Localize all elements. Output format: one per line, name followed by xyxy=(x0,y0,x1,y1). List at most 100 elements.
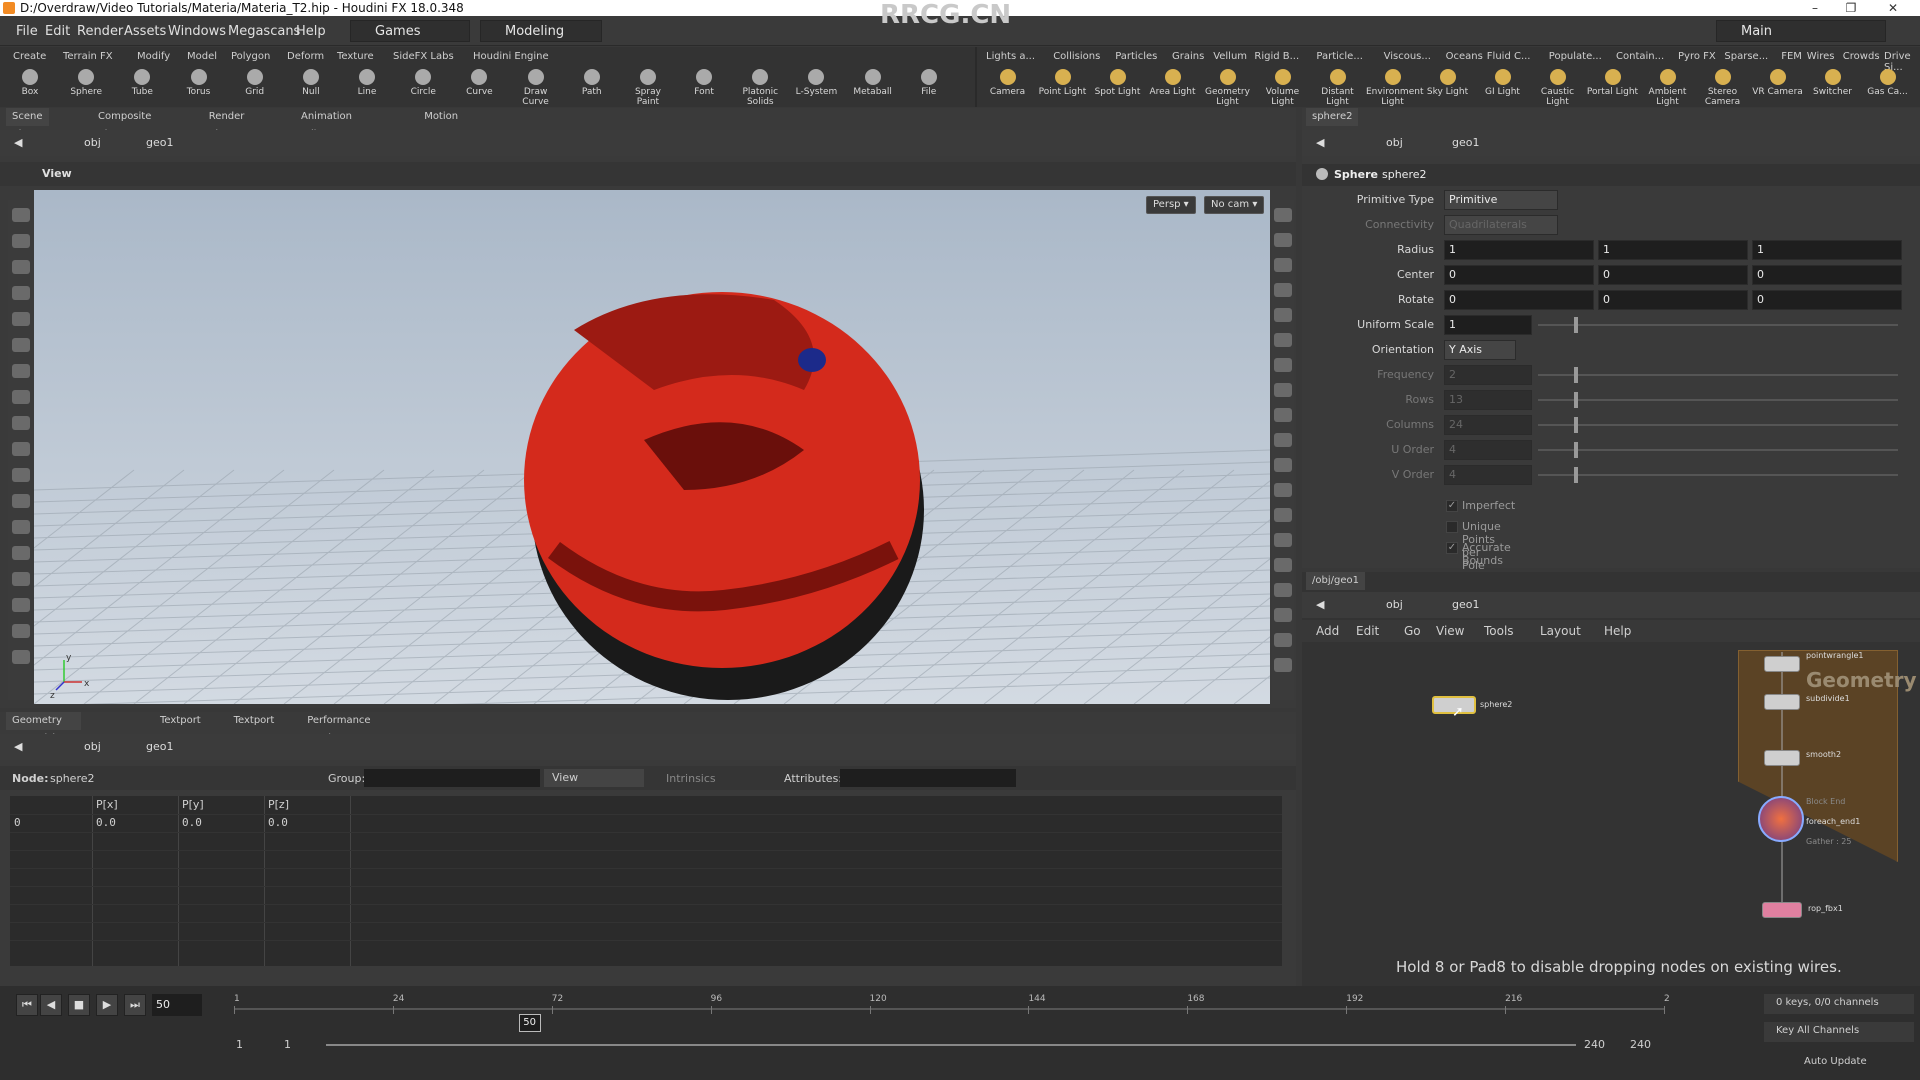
shelf-tab-particles[interactable]: Particles xyxy=(1112,51,1160,62)
close-icon[interactable]: ✕ xyxy=(1878,0,1908,16)
display-option-icon[interactable] xyxy=(1274,583,1292,597)
tab-textport[interactable]: Textport xyxy=(154,712,207,730)
playhead[interactable]: 50 xyxy=(518,1014,541,1032)
shelf-tool-sky-light[interactable]: Sky Light xyxy=(1421,69,1474,97)
minimize-icon[interactable]: – xyxy=(1800,0,1830,16)
params-tab[interactable]: sphere2 xyxy=(1306,108,1359,126)
jump-start-button[interactable]: ⏮ xyxy=(16,994,38,1016)
key-all-button[interactable]: Key All Channels xyxy=(1764,1022,1914,1042)
path-obj[interactable]: obj xyxy=(84,740,101,753)
path-geo1[interactable]: geo1 xyxy=(146,136,173,149)
shelf-tool-spray-paint[interactable]: Spray Paint xyxy=(626,69,670,107)
param-field-columns[interactable]: 24 xyxy=(1444,415,1532,435)
viewport-tool-icon[interactable] xyxy=(12,624,30,638)
viewport-tool-icon[interactable] xyxy=(12,520,30,534)
viewport-tool-icon[interactable] xyxy=(12,416,30,430)
shelf-tab-texture[interactable]: Texture xyxy=(334,51,377,62)
param-field-v-order[interactable]: 4 xyxy=(1444,465,1532,485)
menu-assets[interactable]: Assets xyxy=(124,24,166,39)
tab-scene-view[interactable]: Scene View xyxy=(6,108,49,140)
column-header[interactable]: P[y] xyxy=(182,798,204,811)
range-slider[interactable] xyxy=(326,1044,1576,1046)
path-geo1[interactable]: geo1 xyxy=(1452,136,1479,149)
shelf-tab-model[interactable]: Model xyxy=(184,51,220,62)
shelf-tool-metaball[interactable]: Metaball xyxy=(851,69,895,97)
display-option-icon[interactable] xyxy=(1274,508,1292,522)
path-geo1[interactable]: geo1 xyxy=(146,740,173,753)
param-slider[interactable] xyxy=(1538,424,1898,426)
tab-motion-fx-view[interactable]: Motion FX View xyxy=(418,108,464,158)
keys-dropdown[interactable]: 0 keys, 0/0 channels xyxy=(1764,994,1914,1014)
shelf-tool-tube[interactable]: Tube xyxy=(120,69,164,97)
menu-file[interactable]: File xyxy=(16,24,38,39)
shelf-tab-pyro-fx[interactable]: Pyro FX xyxy=(1675,51,1719,62)
param-field-rotate[interactable]: 0 xyxy=(1444,290,1594,310)
viewport-tool-icon[interactable] xyxy=(12,546,30,560)
frame-field[interactable]: 50 xyxy=(152,994,202,1016)
shelf-tab-particle[interactable]: Particle... xyxy=(1313,51,1365,62)
display-option-icon[interactable] xyxy=(1274,458,1292,472)
shelf-tool-box[interactable]: Box xyxy=(8,69,52,97)
shelf-tool-grid[interactable]: Grid xyxy=(233,69,277,97)
jump-end-button[interactable]: ⏭ xyxy=(124,994,146,1016)
display-option-icon[interactable] xyxy=(1274,408,1292,422)
node-rop-fbx1[interactable] xyxy=(1762,902,1802,918)
display-option-icon[interactable] xyxy=(1274,608,1292,622)
param-slider[interactable] xyxy=(1538,324,1898,326)
node-foreach-end1[interactable] xyxy=(1758,796,1804,842)
menu-render[interactable]: Render xyxy=(77,24,123,39)
node-smooth2[interactable] xyxy=(1764,750,1800,766)
display-option-icon[interactable] xyxy=(1274,383,1292,397)
shelf-tool-platonic-solids[interactable]: Platonic Solids xyxy=(738,69,782,107)
shelf-tool-file[interactable]: File xyxy=(907,69,951,97)
tab-composite-view[interactable]: Composite View xyxy=(92,108,157,140)
param-slider[interactable] xyxy=(1538,449,1898,451)
back-icon[interactable]: ◀ xyxy=(1316,136,1324,149)
shelf-tool-sphere[interactable]: Sphere xyxy=(64,69,108,97)
param-field-rotate[interactable]: 0 xyxy=(1752,290,1902,310)
viewport-tool-icon[interactable] xyxy=(12,312,30,326)
display-option-icon[interactable] xyxy=(1274,333,1292,347)
shelf-tool-geometry-light[interactable]: Geometry Light xyxy=(1201,69,1254,107)
range-end2[interactable]: 240 xyxy=(1630,1038,1651,1051)
play-button[interactable]: ▶ xyxy=(96,994,118,1016)
param-field-center[interactable]: 0 xyxy=(1752,265,1902,285)
checkbox-imperfect[interactable]: ✓ xyxy=(1446,500,1458,512)
shelf-tab-rigid-b[interactable]: Rigid B... xyxy=(1251,51,1302,62)
tab-animation-editor[interactable]: Animation Editor xyxy=(295,108,358,140)
shelf-tool-draw-curve[interactable]: Draw Curve xyxy=(514,69,558,107)
param-field-frequency[interactable]: 2 xyxy=(1444,365,1532,385)
param-menu-primitive-type[interactable]: Primitive xyxy=(1444,190,1558,210)
node-name-field[interactable]: sphere2 xyxy=(1382,168,1427,181)
param-menu-connectivity[interactable]: Quadrilaterals xyxy=(1444,215,1558,235)
shelf-tab-sparse[interactable]: Sparse... xyxy=(1721,51,1771,62)
back-icon[interactable]: ◀ xyxy=(14,740,22,753)
viewport-tool-icon[interactable] xyxy=(12,494,30,508)
auto-update-dropdown[interactable]: Auto Update xyxy=(1804,1056,1867,1067)
back-icon[interactable]: ◀ xyxy=(14,136,22,149)
shelf-tool-switcher[interactable]: Switcher xyxy=(1806,69,1859,97)
param-field-radius[interactable]: 1 xyxy=(1444,240,1594,260)
display-option-icon[interactable] xyxy=(1274,358,1292,372)
shelf-tool-font[interactable]: Font xyxy=(682,69,726,97)
param-slider-handle[interactable] xyxy=(1574,467,1578,483)
param-field-uniform-scale[interactable]: 1 xyxy=(1444,315,1532,335)
stop-button[interactable]: ■ xyxy=(68,994,90,1016)
desktop-dropdown[interactable]: Games xyxy=(350,20,470,42)
shelf-tool-portal-light[interactable]: Portal Light xyxy=(1586,69,1639,97)
param-slider[interactable] xyxy=(1538,374,1898,376)
shelf-tab-modify[interactable]: Modify xyxy=(134,51,173,62)
shelf-tool-line[interactable]: Line xyxy=(345,69,389,97)
shelf-tool-gi-light[interactable]: GI Light xyxy=(1476,69,1529,97)
display-option-icon[interactable] xyxy=(1274,233,1292,247)
shelf-tab-fluid-c[interactable]: Fluid C... xyxy=(1484,51,1534,62)
maximize-icon[interactable]: ❐ xyxy=(1836,0,1866,16)
path-obj[interactable]: obj xyxy=(84,136,101,149)
menu-help[interactable]: Help xyxy=(296,24,326,39)
tab-textport[interactable]: Textport xyxy=(228,712,281,730)
shelf-tool-caustic-light[interactable]: Caustic Light xyxy=(1531,69,1584,107)
shelf-tool-circle[interactable]: Circle xyxy=(401,69,445,97)
shelf-tab-wires[interactable]: Wires xyxy=(1804,51,1838,62)
param-field-center[interactable]: 0 xyxy=(1598,265,1748,285)
display-option-icon[interactable] xyxy=(1274,558,1292,572)
